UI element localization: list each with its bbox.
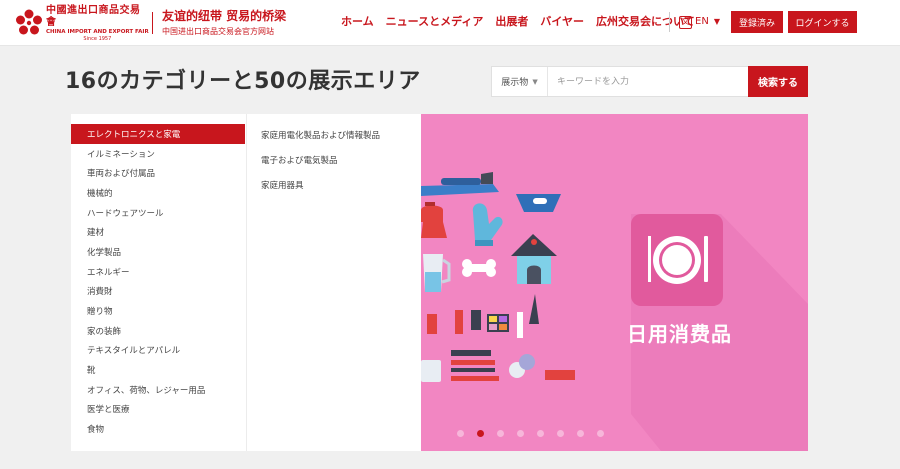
page-title: 16のカテゴリーと50の展示エリア (65, 69, 421, 94)
dog-bone-icon (462, 259, 496, 277)
language-selector[interactable]: 文 EN ▼ (679, 14, 720, 30)
canton-fair-logo[interactable]: 中國進出口商品交易會 CHINA IMPORT AND EXPORT FAIR … (15, 5, 149, 42)
header-divider (152, 12, 153, 34)
oven-mitt-icon (472, 203, 503, 246)
cosmetics-icon (427, 294, 539, 338)
category-panel: エレクトロニクスと家電 イルミネーション 車両および付属品 機械的 ハードウェア… (71, 114, 808, 451)
register-button[interactable]: 登録済み (731, 11, 783, 33)
carousel-dot[interactable] (517, 430, 524, 437)
site-header: 中國進出口商品交易會 CHINA IMPORT AND EXPORT FAIR … (0, 0, 900, 46)
carousel-dot[interactable] (557, 430, 564, 437)
logo-since-text: Since 1957 (83, 35, 112, 42)
banner-illustration (421, 172, 808, 451)
banner-label: 日用消费品 (627, 322, 732, 346)
carousel-dots (457, 430, 617, 437)
search-bar: 展示物 ▼ 検索する (491, 66, 808, 97)
carousel-dot[interactable] (577, 430, 584, 437)
caret-down-icon: ▼ (532, 77, 538, 86)
carousel-dot[interactable] (497, 430, 504, 437)
logo-english-text: CHINA IMPORT AND EXPORT FAIR (46, 28, 149, 35)
bathroom-items-icon (421, 350, 575, 382)
nav-buyers[interactable]: バイヤー (540, 14, 584, 30)
category-item-machinery[interactable]: 機械的 (71, 183, 245, 203)
category-banner[interactable]: 日用消费品 (421, 114, 808, 451)
language-value: EN (695, 16, 709, 27)
slogan-main: 友谊的纽带 贸易的桥梁 (162, 9, 287, 23)
carousel-dot[interactable] (537, 430, 544, 437)
category-item-lighting[interactable]: イルミネーション (71, 144, 245, 164)
nav-news-media[interactable]: ニュースとメディア (386, 14, 484, 30)
login-button[interactable]: ログインする (788, 11, 857, 33)
category-item-food[interactable]: 食物 (71, 419, 245, 439)
category-item-energy[interactable]: エネルギー (71, 262, 245, 282)
category-item-shoes[interactable]: 靴 (71, 360, 245, 380)
nav-home[interactable]: ホーム (341, 14, 374, 30)
search-button[interactable]: 検索する (748, 66, 808, 97)
slogan: 友谊的纽带 贸易的桥梁 中国进出口商品交易会官方网站 (162, 9, 286, 38)
category-item-home-decor[interactable]: 家の装飾 (71, 321, 245, 341)
category-item-gifts[interactable]: 贈り物 (71, 301, 245, 321)
carousel-dot[interactable] (457, 430, 464, 437)
subcategory-list: 家庭用電化製品および情報製品 電子および電気製品 家庭用器具 (261, 128, 380, 203)
nav-separator (669, 12, 670, 32)
subcategory-item-electronic-electrical[interactable]: 電子および電気製品 (261, 153, 380, 178)
search-input[interactable] (549, 67, 749, 96)
category-item-electronics[interactable]: エレクトロニクスと家電 (71, 124, 245, 144)
flower-logo-icon (15, 9, 43, 37)
caret-down-icon: ▼ (713, 17, 720, 26)
category-item-consumer-goods[interactable]: 消費財 (71, 282, 245, 302)
nav-exhibitors[interactable]: 出展者 (495, 14, 528, 30)
carousel-dot-active[interactable] (477, 430, 484, 437)
category-item-hardware-tools[interactable]: ハードウェアツール (71, 203, 245, 223)
category-divider (246, 114, 247, 451)
category-item-medical[interactable]: 医学と医療 (71, 400, 245, 420)
iron-icon (421, 172, 499, 196)
pet-bowl-icon (516, 194, 561, 212)
logo-chinese-text: 中國進出口商品交易會 (46, 4, 141, 28)
plate-icon (631, 214, 723, 306)
subcategory-item-household-appliances[interactable]: 家庭用器具 (261, 178, 380, 203)
translate-icon: 文 (679, 15, 692, 29)
category-item-office-leisure[interactable]: オフィス、荷物、レジャー用品 (71, 380, 245, 400)
category-item-vehicles[interactable]: 車両および付属品 (71, 163, 245, 183)
search-type-value: 展示物 (501, 78, 529, 88)
main-nav: ホーム ニュースとメディア 出展者 バイヤー 広州交易会について (341, 14, 707, 30)
subcategory-item-home-appliances-info[interactable]: 家庭用電化製品および情報製品 (261, 128, 380, 153)
category-list: エレクトロニクスと家電 イルミネーション 車両および付属品 機械的 ハードウェア… (71, 124, 245, 439)
kettle-icon (421, 202, 447, 238)
slogan-sub: 中国进出口商品交易会官方网站 (162, 27, 274, 36)
category-item-textiles[interactable]: テキスタイルとアパレル (71, 341, 245, 361)
measuring-jug-icon (423, 254, 451, 292)
search-type-select[interactable]: 展示物 ▼ (492, 67, 548, 96)
carousel-dot[interactable] (597, 430, 604, 437)
dog-house-icon (511, 234, 557, 284)
category-item-chemicals[interactable]: 化学製品 (71, 242, 245, 262)
category-item-building-materials[interactable]: 建材 (71, 222, 245, 242)
